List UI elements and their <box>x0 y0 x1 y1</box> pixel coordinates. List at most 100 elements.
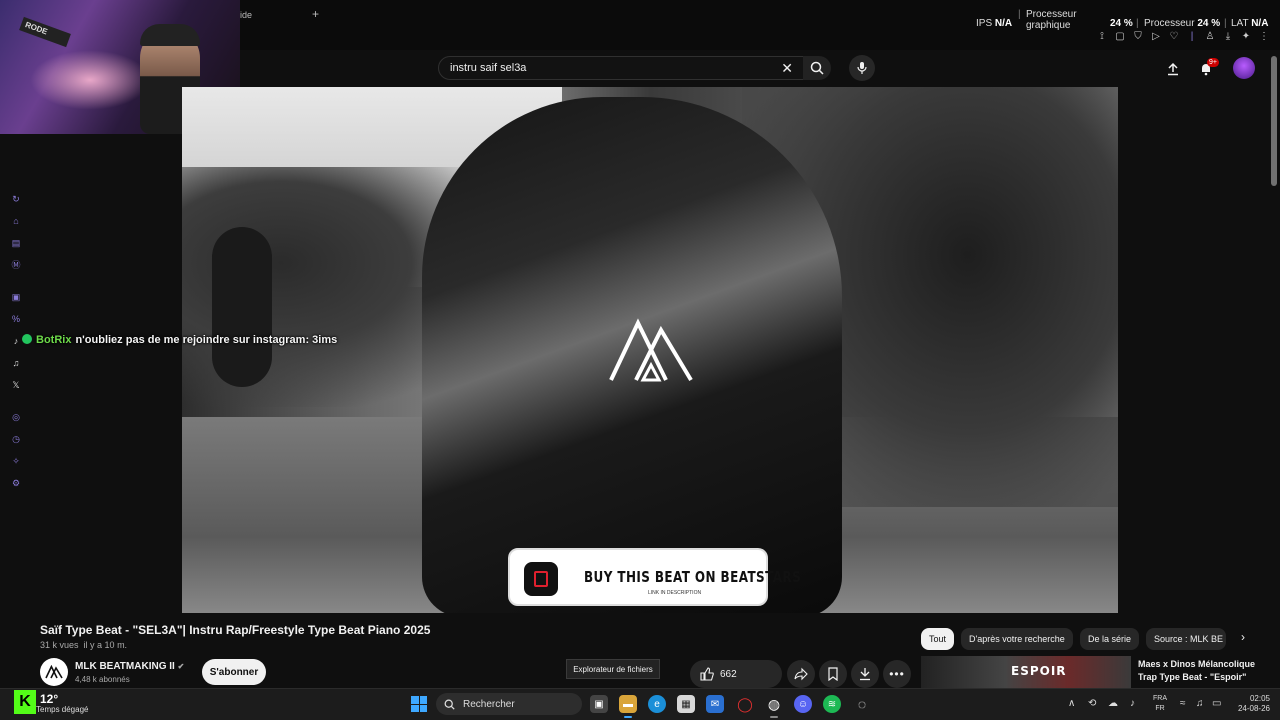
file-explorer-indicator <box>624 716 632 718</box>
video-title: Saïf Type Beat - "SEL3A"| Instru Rap/Fre… <box>40 623 431 637</box>
taskbar-search-icon <box>444 699 455 710</box>
windows-start-icon[interactable] <box>411 696 427 712</box>
magic-icon[interactable]: ✦ <box>1240 31 1252 43</box>
chip-from-search[interactable]: D'après votre recherche <box>961 628 1073 650</box>
thumbs-up-icon[interactable] <box>700 667 714 681</box>
recommended-thumbnail[interactable]: ESPOIR <box>921 656 1131 688</box>
verified-icon: ✔ <box>177 662 185 671</box>
weather-temperature[interactable]: 12° <box>40 692 58 706</box>
verified-badge-icon <box>22 334 32 344</box>
tray-cloud-icon[interactable]: ☁ <box>1108 698 1118 709</box>
file-explorer-icon[interactable]: ▬ <box>619 695 637 713</box>
share-icon <box>794 667 808 681</box>
recommended-title[interactable]: Maes x Dinos Mélancolique Trap Type Beat… <box>1138 658 1268 684</box>
download-video-button[interactable] <box>851 660 879 688</box>
bookmark-icon[interactable]: ▢ <box>1114 31 1126 43</box>
stat-lat: LAT N/A <box>1231 18 1268 29</box>
spotify-icon[interactable]: ≋ <box>823 695 841 713</box>
browser-tab[interactable]: ide <box>240 10 252 20</box>
more-actions-button[interactable]: ••• <box>883 660 911 688</box>
stat-cpu-value: 24 % <box>1197 18 1221 29</box>
stat-sep-3: | <box>1224 18 1227 29</box>
download-icon[interactable]: ⤓ <box>1222 31 1234 43</box>
video-player[interactable] <box>182 87 1118 613</box>
store-icon[interactable]: ▦ <box>677 695 695 713</box>
battery-icon[interactable]: ▭ <box>1212 698 1221 709</box>
account-icon[interactable]: ♙ <box>1204 31 1216 43</box>
tray-app-icon[interactable]: ⟲ <box>1088 698 1096 709</box>
channel-avatar[interactable] <box>40 658 68 686</box>
obs-icon[interactable]: ◌ <box>853 695 871 713</box>
stat-gpu-value: 24 % <box>1110 18 1133 29</box>
tray-mic-icon[interactable]: ♪ <box>1130 698 1135 709</box>
upload-icon <box>1168 62 1178 76</box>
microphone-icon <box>857 62 867 74</box>
voice-search-button[interactable] <box>849 55 875 81</box>
clear-search-icon[interactable]: ✕ <box>781 60 793 77</box>
stat-cpu: Processeur 24 % <box>1144 18 1220 29</box>
wifi-icon[interactable]: ≈ <box>1180 698 1186 709</box>
beatstars-title: BUY THIS BEAT ON BEATSTARS <box>584 568 802 586</box>
save-button[interactable] <box>819 660 847 688</box>
stat-ips-label: IPS <box>976 18 993 29</box>
taskbar-search-label: Rechercher <box>463 698 515 710</box>
share-button[interactable] <box>787 660 815 688</box>
channel-logo-icon <box>45 665 63 679</box>
chrome-icon[interactable]: ◍ <box>765 695 783 713</box>
m-icon: Ⓜ <box>11 260 21 270</box>
page-scrollbar[interactable] <box>1271 56 1277 186</box>
tiktok-icon: ♪ <box>13 336 19 346</box>
video-meta: 31 k vues il y a 10 m. <box>40 640 127 650</box>
taskbar-clock[interactable]: 02:05 24-08-26 <box>1232 694 1270 714</box>
webcam-light <box>30 50 150 110</box>
layers-icon: ▤ <box>11 238 21 248</box>
tray-chevron-up-icon[interactable]: ∧ <box>1068 698 1075 709</box>
heart-icon[interactable]: ♡ <box>1168 31 1180 43</box>
channel-name[interactable]: MLK BEATMAKING II ✔ <box>75 661 184 672</box>
opera-icon[interactable]: ◯ <box>736 695 754 713</box>
shield-icon[interactable]: ⛉ <box>1132 31 1144 43</box>
outlook-icon[interactable]: ✉ <box>706 695 724 713</box>
stat-sep-2: | <box>1136 18 1139 29</box>
volume-icon[interactable]: ♫ <box>1196 698 1204 709</box>
chat-message: BotRix n'oubliez pas de me rejoindre sur … <box>22 334 337 346</box>
search-input[interactable]: instru saif sel3a <box>450 62 526 74</box>
percent-icon: % <box>11 314 20 324</box>
home-icon: ⌂ <box>13 216 19 226</box>
stat-ips-value: N/A <box>994 18 1013 29</box>
pin-icon[interactable]: ⟟ <box>1096 31 1108 43</box>
chevron-right-icon[interactable]: › <box>1234 630 1252 648</box>
settings-icon: ⚙ <box>11 478 21 488</box>
tooltip: Explorateur de fichiers <box>566 659 660 679</box>
chip-source[interactable]: Source : MLK BE <box>1146 628 1226 650</box>
new-tab-button[interactable]: + <box>312 7 319 21</box>
user-avatar[interactable] <box>1233 57 1255 79</box>
search-bar[interactable]: instru saif sel3a ✕ <box>438 56 804 80</box>
twitch-icon: ▣ <box>11 292 21 302</box>
chip-series[interactable]: De la série <box>1080 628 1140 650</box>
edge-icon[interactable]: e <box>648 695 666 713</box>
channel-name-text[interactable]: MLK BEATMAKING II <box>75 661 175 672</box>
taskbar-search[interactable]: Rechercher <box>436 693 582 715</box>
language-indicator[interactable]: FRA FR <box>1153 694 1167 714</box>
like-dislike-group: 662 <box>690 660 782 688</box>
clock-time: 02:05 <box>1249 694 1270 703</box>
weather-description[interactable]: Temps dégagé <box>36 705 88 714</box>
stat-lat-label: LAT <box>1231 18 1249 29</box>
search-button[interactable] <box>803 56 831 80</box>
discord-icon[interactable]: ☺ <box>794 695 812 713</box>
task-view-icon[interactable]: ▣ <box>590 695 608 713</box>
subscribe-button[interactable]: S'abonner <box>202 659 266 685</box>
stat-lat-value: N/A <box>1251 18 1269 29</box>
chip-all[interactable]: Tout <box>921 628 955 650</box>
recommended-thumbnail-text: ESPOIR <box>1011 664 1067 678</box>
upload-button[interactable] <box>1162 58 1184 80</box>
bookmark-save-icon <box>828 667 838 681</box>
like-count[interactable]: 662 <box>720 669 737 680</box>
language-code: FRA <box>1153 695 1167 702</box>
chat-username: BotRix <box>36 334 72 346</box>
play-icon[interactable]: ▷ <box>1150 31 1162 43</box>
kick-logo-icon: K <box>14 690 36 714</box>
menu-icon[interactable]: ⋮ <box>1258 31 1270 43</box>
video-rider-background <box>212 227 272 387</box>
